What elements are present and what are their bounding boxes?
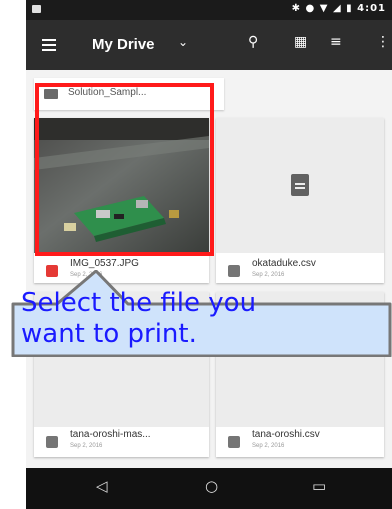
recents-icon[interactable]: ▭ <box>312 477 326 495</box>
back-icon[interactable]: ◁ <box>96 477 108 495</box>
instruction-callout: Select the file you want to print. <box>0 270 392 357</box>
chevron-down-icon[interactable]: ⌄ <box>178 35 188 49</box>
eye-icon: ● <box>305 3 316 14</box>
hamburger-menu-icon[interactable] <box>42 39 56 51</box>
file-date: Sep 2, 2016 <box>70 443 103 449</box>
callout-text: Select the file you want to print. <box>21 288 256 350</box>
selection-highlight <box>35 83 214 256</box>
callout-line-2: want to print. <box>21 319 197 349</box>
signal-icon: ◢ <box>332 3 342 14</box>
battery-icon: ▮ <box>346 3 353 14</box>
file-card-csv[interactable]: okataduke.csv Sep 2, 2016 <box>216 118 384 283</box>
csv-file-icon <box>46 436 58 448</box>
status-icons: ✱ ● ▼ ◢ ▮ 4:01 <box>292 3 386 14</box>
file-name: tana-oroshi-mas... <box>70 429 151 440</box>
status-bar: ✱ ● ▼ ◢ ▮ 4:01 <box>26 0 392 20</box>
android-nav-bar: ◁ ○ ▭ <box>26 468 392 509</box>
grid-view-icon[interactable]: ▦ <box>294 34 307 50</box>
document-icon <box>291 174 309 196</box>
wifi-icon: ▼ <box>319 3 329 14</box>
more-options-icon[interactable]: ⋮ <box>376 34 390 50</box>
notification-icon <box>32 5 41 13</box>
clock-text: 4:01 <box>357 3 386 14</box>
file-name: okataduke.csv <box>252 258 316 269</box>
file-name: IMG_0537.JPG <box>70 258 139 269</box>
file-preview <box>216 118 384 253</box>
sort-icon[interactable]: ≡ <box>330 34 342 50</box>
file-name: tana-oroshi.csv <box>252 429 320 440</box>
callout-line-1: Select the file you <box>21 288 257 318</box>
bluetooth-icon: ✱ <box>291 3 302 14</box>
toolbar-title[interactable]: My Drive <box>92 36 155 53</box>
search-icon[interactable]: ⚲ <box>248 34 258 50</box>
home-icon[interactable]: ○ <box>205 477 218 495</box>
file-date: Sep 2, 2016 <box>252 443 285 449</box>
app-toolbar: My Drive ⌄ ⚲ ▦ ≡ ⋮ <box>26 20 392 70</box>
csv-file-icon <box>228 436 240 448</box>
